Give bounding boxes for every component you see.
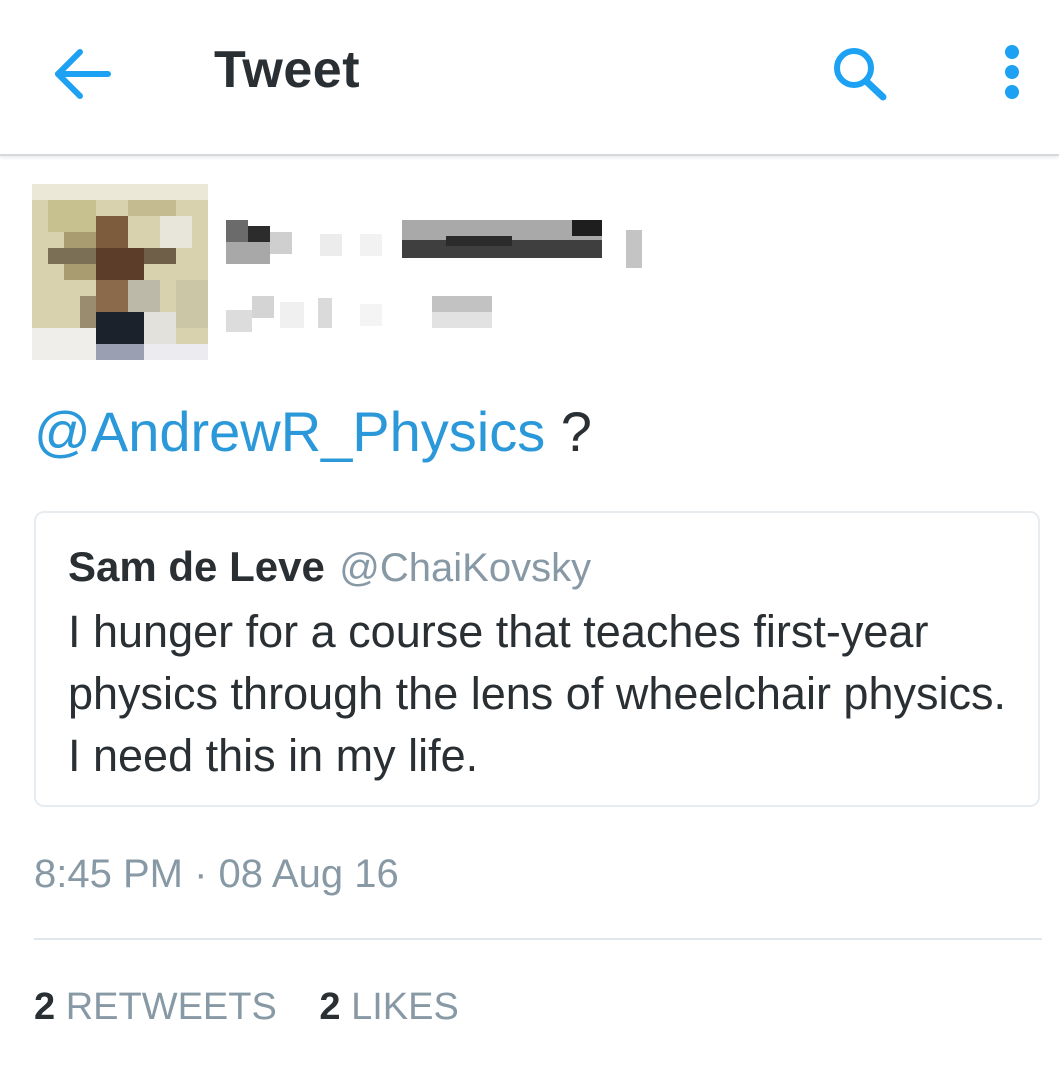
redacted-author-name: [220, 212, 660, 336]
tweet-text: @AndrewR_Physics ?: [34, 398, 592, 466]
quoted-author-handle: @ChaiKovsky: [339, 546, 592, 590]
likes-stat[interactable]: 2 LIKES: [319, 986, 458, 1029]
quoted-tweet-header: Sam de Leve @ChaiKovsky: [68, 543, 591, 591]
retweets-count: 2: [34, 986, 56, 1028]
tweet-stats: 2 RETWEETS 2 LIKES: [34, 986, 491, 1029]
avatar[interactable]: [32, 184, 208, 360]
quoted-tweet[interactable]: Sam de Leve @ChaiKovsky I hunger for a c…: [34, 511, 1040, 807]
tweet-timestamp: 8:45 PM · 08 Aug 16: [34, 852, 399, 896]
search-button[interactable]: [828, 44, 892, 104]
tweet-text-rest: ?: [545, 400, 592, 463]
quoted-tweet-text: I hunger for a course that teaches first…: [68, 606, 1006, 781]
mention-link[interactable]: @AndrewR_Physics: [34, 400, 545, 463]
retweets-stat[interactable]: 2 RETWEETS: [34, 986, 277, 1029]
more-options-button[interactable]: [990, 42, 1034, 106]
quoted-author-name: Sam de Leve: [68, 543, 325, 590]
arrow-left-icon: [55, 49, 111, 99]
likes-count: 2: [319, 986, 341, 1028]
search-icon: [834, 48, 887, 101]
divider: [34, 938, 1042, 940]
app-bar: Tweet: [0, 0, 1059, 156]
back-button[interactable]: [52, 44, 114, 104]
pixelated-avatar-image: [32, 184, 208, 360]
more-vertical-icon: [1005, 45, 1019, 99]
retweets-label: RETWEETS: [65, 986, 277, 1028]
likes-label: LIKES: [351, 986, 459, 1028]
page-title: Tweet: [214, 41, 361, 99]
